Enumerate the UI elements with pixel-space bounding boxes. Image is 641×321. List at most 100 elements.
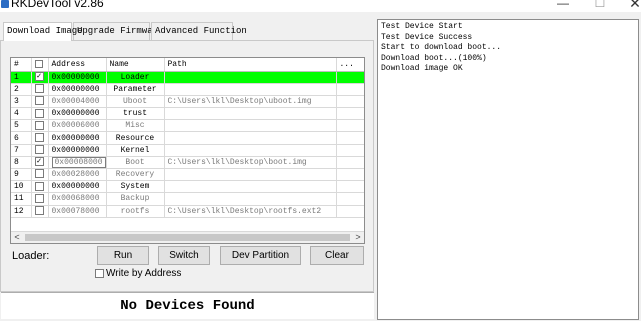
row-path <box>164 119 337 133</box>
row-checkbox-cell[interactable] <box>31 144 49 157</box>
write-by-address-option[interactable]: Write by Address <box>95 268 181 280</box>
row-checkbox[interactable] <box>34 96 44 106</box>
table-row[interactable]: 1 ✓ 0x00000000 Loader <box>11 71 364 84</box>
row-path <box>164 168 337 182</box>
maximize-button[interactable]: ☐ <box>585 0 615 10</box>
row-path <box>164 71 337 84</box>
tab-upgrade-firmware[interactable]: Upgrade Firmware <box>73 22 163 40</box>
dev-partition-button[interactable]: Dev Partition <box>220 246 301 265</box>
row-checkbox-cell[interactable] <box>31 180 49 194</box>
scrollbar-thumb[interactable] <box>25 234 350 241</box>
row-path <box>164 83 337 96</box>
row-name: Recovery <box>106 168 165 182</box>
row-number: 1 <box>11 71 32 84</box>
row-path <box>164 192 337 206</box>
row-address: 0x00000000 <box>48 71 107 84</box>
table-row[interactable]: 7 0x00000000 Kernel <box>11 144 364 157</box>
log-line: Test Device Start <box>381 22 463 31</box>
row-checkbox-cell[interactable] <box>31 107 49 121</box>
table-row[interactable]: 6 0x00000000 Resource <box>11 131 364 145</box>
row-address: 0x00068000 <box>48 192 107 206</box>
table-row[interactable]: 9 0x00028000 Recovery <box>11 168 364 182</box>
row-checkbox-cell[interactable]: ✓ <box>31 71 49 84</box>
row-checkbox-cell[interactable] <box>31 192 49 206</box>
scroll-left-icon[interactable]: < <box>11 232 23 243</box>
row-path <box>164 107 337 121</box>
row-checkbox[interactable]: ✓ <box>34 157 44 167</box>
row-more <box>336 131 364 145</box>
log-panel[interactable]: Test Device Start Test Device Success Star… <box>377 19 639 320</box>
row-name: Loader <box>106 71 165 84</box>
column-header-select[interactable] <box>31 58 49 72</box>
row-address: 0x00000000 <box>48 180 107 194</box>
scroll-right-icon[interactable]: > <box>352 232 364 243</box>
row-checkbox[interactable] <box>34 181 44 191</box>
minimize-button[interactable]: — <box>548 0 578 10</box>
row-path: C:\Users\lkl\Desktop\uboot.img <box>164 95 337 109</box>
row-checkbox[interactable] <box>34 132 44 142</box>
app-icon <box>1 0 9 8</box>
row-checkbox[interactable] <box>34 193 44 203</box>
table-row[interactable]: 11 0x00068000 Backup <box>11 192 364 206</box>
row-name: Resource <box>106 131 165 145</box>
row-name: trust <box>106 107 165 121</box>
row-address: 0x00006000 <box>48 119 107 133</box>
row-checkbox[interactable] <box>34 145 44 155</box>
row-address: 0x00000000 <box>48 144 107 157</box>
row-checkbox-cell[interactable] <box>31 83 49 96</box>
row-checkbox[interactable] <box>34 120 44 130</box>
row-checkbox-cell[interactable] <box>31 95 49 109</box>
row-checkbox[interactable] <box>34 169 44 179</box>
row-more <box>336 205 364 218</box>
row-path: C:\Users\lkl\Desktop\rootfs.ext2 <box>164 205 337 218</box>
row-checkbox[interactable]: ✓ <box>34 71 44 81</box>
close-button[interactable]: ✕ <box>620 0 641 10</box>
table-row[interactable]: 3 0x00004000 Uboot C:\Users\lkl\Desktop\ubo… <box>11 95 364 109</box>
row-more <box>336 107 364 121</box>
window-title: RKDevTool v2.86 <box>11 0 104 10</box>
horizontal-scrollbar[interactable]: < > <box>11 231 364 243</box>
table-row[interactable]: 8 ✓ 0x00008000 Boot C:\Users\lkl\Desktop\boo… <box>11 156 364 170</box>
select-all-checkbox[interactable] <box>34 59 43 68</box>
clear-button[interactable]: Clear <box>310 246 364 265</box>
row-number: 5 <box>11 119 32 133</box>
row-checkbox[interactable] <box>34 206 44 216</box>
tab-advanced-function[interactable]: Advanced Function <box>151 22 247 40</box>
table-row[interactable]: 5 0x00006000 Misc <box>11 119 364 133</box>
row-name: Misc <box>106 119 165 133</box>
row-more <box>336 168 364 182</box>
row-address: 0x00000000 <box>48 131 107 145</box>
row-path <box>164 180 337 194</box>
row-address: 0x00004000 <box>48 95 107 109</box>
row-checkbox[interactable] <box>34 108 44 118</box>
address-edit-box[interactable]: 0x00008000 <box>51 156 105 168</box>
row-checkbox-cell[interactable] <box>31 168 49 182</box>
row-name: rootfs <box>106 205 165 218</box>
log-line: Start to download boot... <box>381 43 502 53</box>
write-by-address-label: Write by Address <box>106 268 182 279</box>
table-row[interactable]: 10 0x00000000 System <box>11 180 364 194</box>
table-row[interactable]: 12 0x00078000 rootfs C:\Users\lkl\Desktop\r… <box>11 205 364 218</box>
row-name: Parameter <box>106 83 165 96</box>
row-number: 4 <box>11 107 32 121</box>
column-header-address: Address <box>48 58 107 72</box>
row-checkbox[interactable] <box>34 84 44 94</box>
write-by-address-checkbox[interactable] <box>95 268 104 278</box>
switch-button[interactable]: Switch <box>158 246 210 265</box>
row-number: 8 <box>11 156 32 170</box>
table-row[interactable]: 4 0x00000000 trust <box>11 107 364 121</box>
row-checkbox-cell[interactable] <box>31 205 49 218</box>
device-status: No Devices Found <box>1 292 374 319</box>
row-checkbox-cell[interactable] <box>31 131 49 145</box>
log-line: Download image OK <box>381 64 463 74</box>
log-line: Test Device Success <box>381 32 473 42</box>
row-more <box>336 71 364 84</box>
row-checkbox-cell[interactable] <box>31 119 49 133</box>
row-number: 9 <box>11 168 32 182</box>
row-checkbox-cell[interactable]: ✓ <box>31 156 49 170</box>
row-more <box>336 192 364 206</box>
run-button[interactable]: Run <box>97 246 149 265</box>
tab-download-image[interactable]: Download Image <box>3 22 83 41</box>
row-number: 7 <box>11 144 32 157</box>
table-row[interactable]: 2 0x00000000 Parameter <box>11 83 364 96</box>
